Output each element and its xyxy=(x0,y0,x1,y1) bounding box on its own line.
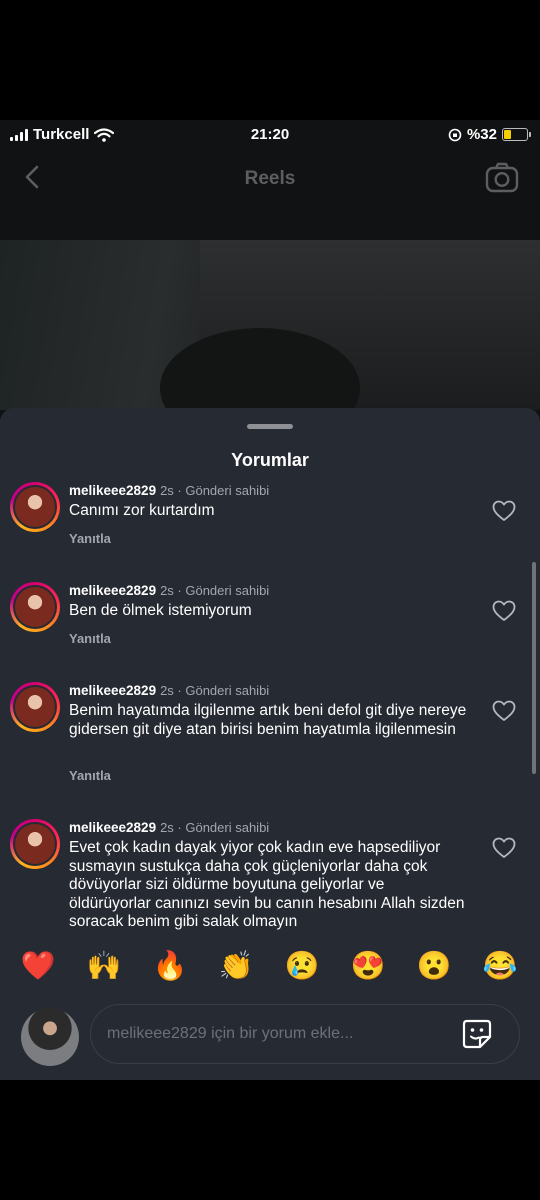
orientation-lock-icon xyxy=(448,128,462,141)
reply-button[interactable]: Yanıtla xyxy=(69,768,111,783)
comment-text: Canımı zor kurtardım xyxy=(69,502,215,519)
current-user-avatar xyxy=(21,1008,79,1066)
comment-meta: 2s · Gönderi sahibi xyxy=(160,483,270,498)
status-bar: Turkcell 21:20 %32 xyxy=(0,120,540,150)
reply-button[interactable]: Yanıtla xyxy=(69,631,111,646)
comment-composer: melikeee2829 için bir yorum ekle... xyxy=(0,1004,540,1080)
comment-username[interactable]: melikeee2829 xyxy=(69,820,156,835)
avatar[interactable] xyxy=(10,819,60,869)
comment-username[interactable]: melikeee2829 xyxy=(69,683,156,698)
page-title: Reels xyxy=(244,168,296,189)
comment-username[interactable]: melikeee2829 xyxy=(69,583,156,598)
reply-button[interactable]: Yanıtla xyxy=(69,531,111,546)
comment-text: Ben de ölmek istemiyorum xyxy=(69,602,252,619)
reel-video-preview[interactable] xyxy=(0,240,540,448)
comment-meta: 2s · Gönderi sahibi xyxy=(160,820,270,835)
sticker-icon[interactable] xyxy=(461,1018,493,1050)
emoji-fire[interactable]: 🔥 xyxy=(152,948,188,984)
battery-icon xyxy=(502,128,531,141)
emoji-surprised[interactable]: 😮 xyxy=(416,948,452,984)
emoji-heart[interactable]: ❤️ xyxy=(20,948,56,984)
emoji-raised-hands[interactable]: 🙌 xyxy=(86,948,122,984)
nav-bar: Reels xyxy=(0,150,540,210)
comment-input-placeholder: melikeee2829 için bir yorum ekle... xyxy=(107,1025,354,1042)
comment-list: melikeee2829 2s · Gönderi sahibi Canımı z… xyxy=(0,482,540,940)
app-screen: Turkcell 21:20 %32 Reels Yorumlar melike… xyxy=(0,120,540,1080)
comment-header: melikeee2829 2s · Gönderi sahibi xyxy=(69,583,269,598)
emoji-crying[interactable]: 😢 xyxy=(284,948,320,984)
avatar[interactable] xyxy=(10,682,60,732)
heart-icon[interactable] xyxy=(492,600,516,622)
battery-percent: %32 xyxy=(466,126,497,143)
heart-icon[interactable] xyxy=(492,500,516,522)
emoji-clap[interactable]: 👏 xyxy=(218,948,254,984)
avatar[interactable] xyxy=(10,582,60,632)
comment-text: Evet çok kadın dayak yiyor çok kadın eve… xyxy=(69,839,465,930)
emoji-laughing[interactable]: 😂 xyxy=(482,948,518,984)
battery-level xyxy=(504,130,512,139)
status-right: %32 xyxy=(448,126,531,143)
comment-input[interactable]: melikeee2829 için bir yorum ekle... xyxy=(90,1004,520,1064)
comment-header: melikeee2829 2s · Gönderi sahibi xyxy=(69,820,269,835)
emoji-reaction-bar: ❤️ 🙌 🔥 👏 😢 😍 😮 😂 xyxy=(0,940,540,992)
comments-sheet: Yorumlar melikeee2829 2s · Gönderi sahibi… xyxy=(0,408,540,1080)
heart-icon[interactable] xyxy=(492,837,516,859)
comment-header: melikeee2829 2s · Gönderi sahibi xyxy=(69,683,269,698)
comment-header: melikeee2829 2s · Gönderi sahibi xyxy=(69,483,269,498)
comment-meta: 2s · Gönderi sahibi xyxy=(160,583,270,598)
emoji-heart-eyes[interactable]: 😍 xyxy=(350,948,386,984)
comment-username[interactable]: melikeee2829 xyxy=(69,483,156,498)
heart-icon[interactable] xyxy=(492,700,516,722)
comment-meta: 2s · Gönderi sahibi xyxy=(160,683,270,698)
sheet-title: Yorumlar xyxy=(231,450,309,470)
camera-icon[interactable] xyxy=(484,160,520,196)
sheet-drag-handle[interactable] xyxy=(247,424,293,429)
avatar[interactable] xyxy=(10,482,60,532)
scrollbar[interactable] xyxy=(532,562,536,774)
top-letterbox xyxy=(0,0,540,120)
bottom-letterbox xyxy=(0,1080,540,1200)
comment-text: Benim hayatımda ilgilenme artık beni def… xyxy=(69,702,467,738)
